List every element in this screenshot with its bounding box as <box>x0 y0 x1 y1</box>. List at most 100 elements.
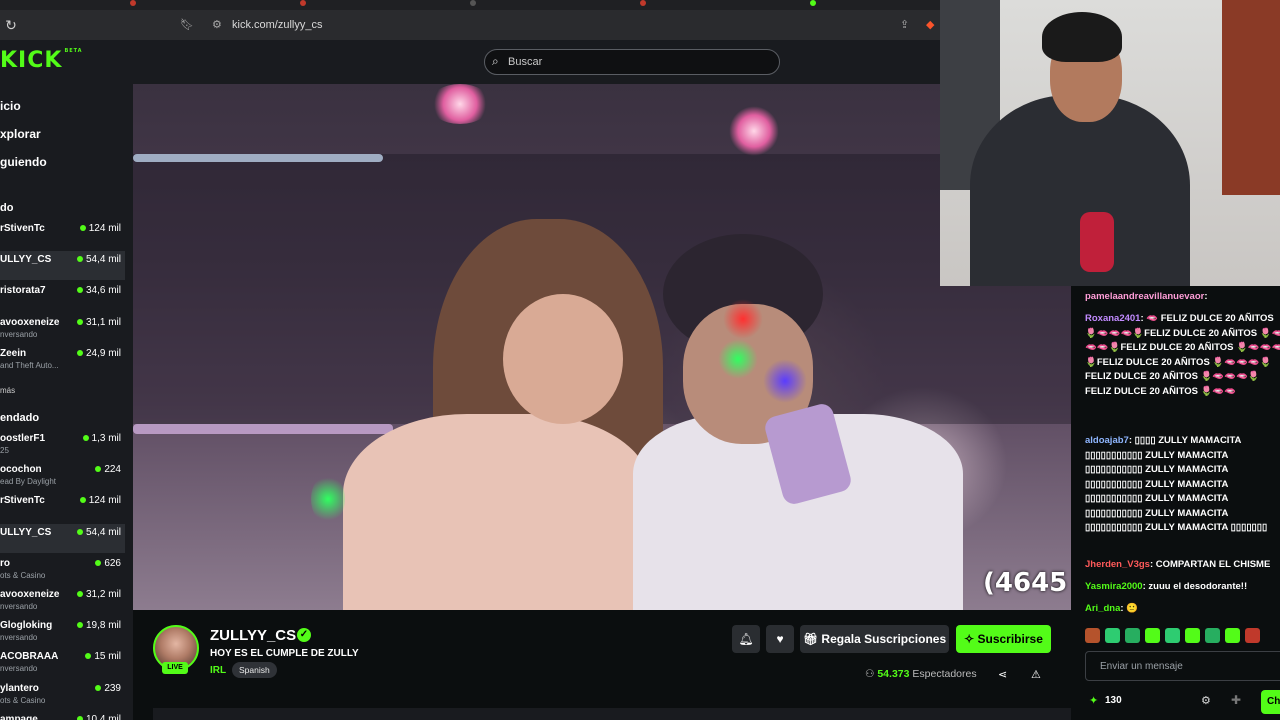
browser-toolbar: ↻ 🔖︎ ⚙︎ kick.com/zullyy_cs ⇪ ◆ <box>0 10 940 40</box>
browser-tab[interactable] <box>300 0 310 6</box>
chat-input[interactable]: Enviar un mensaje <box>1085 651 1280 681</box>
emote-icon[interactable] <box>1145 628 1160 643</box>
emote-bar <box>1085 628 1280 648</box>
sidebar-channel-item[interactable]: avooxeneize nversando 31,2 mil <box>0 586 125 615</box>
stream-info: LIVE ZULLYY_CS ✓ HOY ES EL CUMPLE DE ZUL… <box>133 610 1071 720</box>
verified-check-icon: ✓ <box>297 628 311 642</box>
channel-viewers: 19,8 mil <box>76 620 121 631</box>
streamer-name[interactable]: ZULLYY_CS <box>210 627 296 644</box>
sidebar-channel-item[interactable]: ULLYY_CS 54,4 mil <box>0 251 125 281</box>
emote-icon[interactable] <box>1165 628 1180 643</box>
streamer-webcam <box>940 0 1280 286</box>
category-link[interactable]: IRL <box>210 665 226 676</box>
viewers-icon: ⚇ <box>865 668 878 680</box>
language-tag[interactable]: Spanish <box>232 662 277 678</box>
sidebar-channel-item[interactable]: rStivenTc 124 mil <box>0 492 125 521</box>
channel-category: ead By Daylight <box>0 477 57 487</box>
overlay-counter: (4645 <box>983 568 1068 598</box>
live-dot-icon <box>79 497 86 504</box>
sidebar-channel-item[interactable]: oostlerF1 25 1,3 mil <box>0 430 125 459</box>
live-badge: LIVE <box>162 662 188 674</box>
channel-category: 25 <box>0 446 9 455</box>
kick-logo[interactable]: KICK BETA <box>0 48 83 73</box>
nav-home[interactable]: icio <box>0 99 21 119</box>
points-count: 130 <box>1105 695 1122 706</box>
sidebar-channel-item[interactable]: Zeein and Theft Auto... 24,9 mil <box>0 345 125 374</box>
share-icon[interactable]: ⇪ <box>900 14 909 36</box>
live-dot-icon <box>76 256 83 263</box>
subscribe-button[interactable]: ✧ Suscribirse <box>956 625 1051 653</box>
emote-icon[interactable] <box>1245 628 1260 643</box>
brave-shield-icon[interactable]: ◆ <box>926 14 934 36</box>
channel-name: oostlerF1 <box>0 433 46 444</box>
led-strip <box>133 424 393 434</box>
points-icon[interactable]: ✦ <box>1089 694 1098 707</box>
gift-subscriptions-button[interactable]: 🎁︎ Regala Suscripciones <box>800 625 949 653</box>
browser-tab[interactable] <box>640 0 650 6</box>
notification-bell-button[interactable]: 🔔︎ <box>732 625 760 653</box>
sidebar-channel-item[interactable]: avooxeneize nversando 31,1 mil <box>0 314 125 343</box>
channel-name: avooxeneize <box>0 589 60 600</box>
channel-name: avooxeneize <box>0 316 60 328</box>
channel-name: rStivenTc <box>0 223 45 234</box>
report-warning-icon[interactable]: ⚠ <box>1031 668 1041 681</box>
sidebar-channel-item[interactable]: ylantero ots & Casino 239 <box>0 680 125 709</box>
sidebar-channel-item[interactable]: ristorata7 34,6 mil <box>0 282 125 311</box>
disco-spot <box>311 474 345 524</box>
led-strip <box>133 154 383 162</box>
disco-spot <box>723 299 763 339</box>
chat-message: Yasmira2000: zuuu el desodorante!! <box>1085 581 1248 592</box>
browser-tab-active[interactable] <box>810 0 820 6</box>
browser-tab[interactable] <box>130 0 140 6</box>
sidebar-channel-item[interactable]: Glogloking nversando 19,8 mil <box>0 617 125 646</box>
star-icon: ✧ <box>964 632 978 646</box>
chat-send-button[interactable]: Ch <box>1261 690 1280 714</box>
disco-light <box>429 84 491 124</box>
nav-following[interactable]: guiendo <box>0 155 47 175</box>
emote-icon[interactable] <box>1225 628 1240 643</box>
channel-viewers: 224 <box>95 464 121 475</box>
settings-gear-icon[interactable]: ⚙︎ <box>1201 694 1211 707</box>
bookmark-icon[interactable]: 🔖︎ <box>180 14 194 36</box>
gift-icon: 🎁︎ <box>802 632 822 646</box>
channel-viewers: 124 mil <box>79 223 121 234</box>
site-header: KICK BETA ⌕ Buscar <box>0 40 940 84</box>
channel-name: ylantero <box>0 682 39 694</box>
bell-icon: 🔔︎ <box>738 632 754 646</box>
browser-tab[interactable] <box>470 0 480 6</box>
channel-category: ots & Casino <box>0 695 46 705</box>
sidebar-channel-item[interactable]: ULLYY_CS 54,4 mil <box>0 523 125 553</box>
emote-icon[interactable] <box>1085 628 1100 643</box>
sidebar-channel-item[interactable]: ampage 10,4 mil <box>0 711 125 720</box>
channel-category: and Theft Auto... <box>0 360 59 370</box>
site-settings-icon[interactable]: ⚙︎ <box>212 14 222 36</box>
sidebar-channel-item[interactable]: ocochon ead By Daylight 224 <box>0 461 125 490</box>
gift-icon[interactable]: ✚ <box>1231 693 1241 707</box>
search-input[interactable]: ⌕ Buscar <box>484 49 780 75</box>
channel-name: ocochon <box>0 464 42 476</box>
emote-icon[interactable] <box>1125 628 1140 643</box>
channel-name: ULLYY_CS <box>0 254 52 266</box>
streamer-hair <box>1042 12 1122 62</box>
show-more-link[interactable]: más <box>0 386 15 395</box>
channel-viewers: 24,9 mil <box>76 348 121 359</box>
emote-icon[interactable] <box>1205 628 1220 643</box>
section-recommended-title: endado <box>0 412 40 424</box>
sidebar-channel-item[interactable]: ro ots & Casino 626 <box>0 555 125 584</box>
disco-light <box>729 106 779 156</box>
sidebar-channel-item[interactable]: ACOBRAAA nversando 15 mil <box>0 648 125 677</box>
nav-explore[interactable]: xplorar <box>0 127 41 147</box>
sidebar-channel-item[interactable]: rStivenTc 124 mil <box>0 220 125 249</box>
viewer-count: ⚇ 54.373 Espectadores <box>865 668 977 680</box>
chat-message: Roxana2401: 🫦 FELIZ DULCE 20 AÑITOS 🌷🫦🫦🫦… <box>1085 313 1280 397</box>
follow-heart-button[interactable]: ♥ <box>766 625 794 653</box>
emote-icon[interactable] <box>1185 628 1200 643</box>
channel-viewers: 54,4 mil <box>76 254 121 265</box>
video-player[interactable]: (4645 <box>133 84 1071 610</box>
reload-icon[interactable]: ↻ <box>2 16 20 34</box>
address-bar[interactable]: 🔖︎ ⚙︎ kick.com/zullyy_cs ⇪ ◆ <box>180 14 940 36</box>
emote-icon[interactable] <box>1105 628 1120 643</box>
chat-panel: pamelaandreavillanuevaor: Roxana2401: 🫦 … <box>1071 286 1280 720</box>
channel-name: ACOBRAAA <box>0 651 59 663</box>
share-icon[interactable]: ⋖ <box>998 668 1007 681</box>
